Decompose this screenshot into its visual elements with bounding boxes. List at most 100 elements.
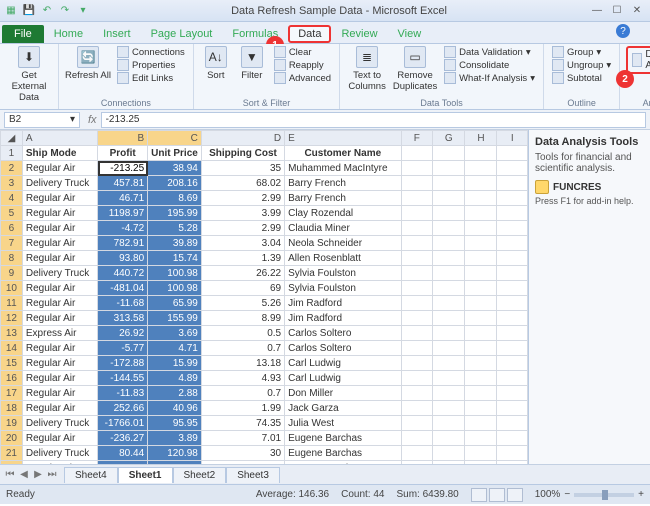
cell[interactable]: -4.72 bbox=[98, 221, 148, 236]
sheet-nav-next[interactable]: ▶ bbox=[32, 469, 44, 480]
tab-home[interactable]: Home bbox=[44, 25, 93, 43]
row-header-3[interactable]: 3 bbox=[1, 176, 23, 191]
cell[interactable]: 195.99 bbox=[148, 206, 202, 221]
cell[interactable] bbox=[433, 251, 465, 266]
view-pagebreak-icon[interactable] bbox=[507, 488, 523, 502]
cell[interactable]: 35 bbox=[201, 161, 284, 176]
help-icon[interactable]: ? bbox=[616, 24, 630, 38]
data-analysis-button[interactable]: Data Analysis bbox=[626, 46, 650, 74]
cell[interactable] bbox=[497, 311, 528, 326]
cell[interactable] bbox=[465, 206, 497, 221]
sheet-tab-sheet1[interactable]: Sheet1 bbox=[118, 467, 173, 483]
cell[interactable]: Regular Air bbox=[22, 281, 97, 296]
cell[interactable]: 2.88 bbox=[148, 386, 202, 401]
cell[interactable]: 0.7 bbox=[201, 386, 284, 401]
header-cell[interactable]: Unit Price bbox=[148, 146, 202, 161]
zoom-out-icon[interactable]: − bbox=[564, 489, 570, 500]
cell[interactable] bbox=[497, 416, 528, 431]
cell[interactable] bbox=[465, 236, 497, 251]
cell[interactable] bbox=[433, 236, 465, 251]
cell[interactable] bbox=[465, 371, 497, 386]
cell[interactable] bbox=[497, 251, 528, 266]
cell[interactable] bbox=[497, 326, 528, 341]
cell[interactable]: Regular Air bbox=[22, 191, 97, 206]
cell[interactable]: 457.81 bbox=[98, 176, 148, 191]
cell[interactable]: 118.94 bbox=[98, 461, 148, 465]
tab-review[interactable]: Review bbox=[331, 25, 387, 43]
row-header-11[interactable]: 11 bbox=[1, 296, 23, 311]
cell[interactable] bbox=[433, 311, 465, 326]
cell[interactable]: Delivery Truck bbox=[22, 266, 97, 281]
cell[interactable]: Eugene Barchas bbox=[285, 431, 401, 446]
cell[interactable] bbox=[401, 146, 433, 161]
cell[interactable] bbox=[497, 281, 528, 296]
cell[interactable] bbox=[433, 221, 465, 236]
cell[interactable] bbox=[433, 356, 465, 371]
cell[interactable]: 65.99 bbox=[148, 296, 202, 311]
cell[interactable] bbox=[465, 386, 497, 401]
cell[interactable]: -1766.01 bbox=[98, 416, 148, 431]
row-header-2[interactable]: 2 bbox=[1, 161, 23, 176]
col-header-G[interactable]: G bbox=[433, 131, 465, 146]
cell[interactable] bbox=[433, 341, 465, 356]
row-header-6[interactable]: 6 bbox=[1, 221, 23, 236]
cell[interactable]: 46.71 bbox=[98, 191, 148, 206]
row-header-21[interactable]: 21 bbox=[1, 446, 23, 461]
cell[interactable]: Regular Air bbox=[22, 311, 97, 326]
cell[interactable]: Regular Air bbox=[22, 161, 97, 176]
fx-icon[interactable]: fx bbox=[88, 114, 97, 126]
header-cell[interactable]: Ship Mode bbox=[22, 146, 97, 161]
sheet-nav-prev[interactable]: ◀ bbox=[18, 469, 30, 480]
cell[interactable]: 5.76 bbox=[201, 461, 284, 465]
cell[interactable]: Regular Air bbox=[22, 236, 97, 251]
cell[interactable] bbox=[433, 146, 465, 161]
cell[interactable]: 2.99 bbox=[201, 221, 284, 236]
edit-links-button[interactable]: Edit Links bbox=[115, 72, 187, 84]
tab-file[interactable]: File bbox=[2, 25, 44, 43]
cell[interactable]: 8.99 bbox=[201, 311, 284, 326]
col-header-E[interactable]: E bbox=[285, 131, 401, 146]
cell[interactable]: Regular Air bbox=[22, 431, 97, 446]
cell[interactable] bbox=[497, 386, 528, 401]
cell[interactable] bbox=[497, 266, 528, 281]
whatif-button[interactable]: What-If Analysis ▾ bbox=[442, 72, 537, 84]
cell[interactable]: 782.91 bbox=[98, 236, 148, 251]
cell[interactable]: 5.28 bbox=[148, 221, 202, 236]
cell[interactable] bbox=[401, 311, 433, 326]
cell[interactable]: Regular Air bbox=[22, 296, 97, 311]
cell[interactable]: 4.71 bbox=[148, 341, 202, 356]
sidepane-funcres[interactable]: FUNCRES bbox=[535, 180, 644, 194]
cell[interactable]: 3.89 bbox=[148, 431, 202, 446]
cell[interactable]: 15.74 bbox=[148, 251, 202, 266]
cell[interactable] bbox=[497, 146, 528, 161]
reapply-button[interactable]: Reapply bbox=[272, 59, 333, 71]
cell[interactable] bbox=[433, 206, 465, 221]
cell[interactable]: 15.99 bbox=[148, 356, 202, 371]
cell[interactable] bbox=[401, 326, 433, 341]
save-icon[interactable]: 💾 bbox=[22, 4, 36, 18]
cell[interactable] bbox=[401, 386, 433, 401]
cell[interactable]: Sylvia Foulston bbox=[285, 281, 401, 296]
col-header-H[interactable]: H bbox=[465, 131, 497, 146]
cell[interactable]: 26.22 bbox=[201, 266, 284, 281]
chevron-down-icon[interactable]: ▾ bbox=[70, 114, 75, 125]
cell[interactable] bbox=[401, 461, 433, 465]
cell[interactable] bbox=[401, 191, 433, 206]
cell[interactable]: -144.55 bbox=[98, 371, 148, 386]
sheet-tab-sheet3[interactable]: Sheet3 bbox=[226, 467, 280, 483]
cell[interactable] bbox=[465, 326, 497, 341]
cell[interactable] bbox=[433, 326, 465, 341]
cell[interactable]: Delivery Truck bbox=[22, 446, 97, 461]
cell[interactable] bbox=[465, 356, 497, 371]
cell[interactable]: Allen Rosenblatt bbox=[285, 251, 401, 266]
cell[interactable] bbox=[497, 356, 528, 371]
cell[interactable]: 38.94 bbox=[148, 161, 202, 176]
cell[interactable] bbox=[465, 461, 497, 465]
cell[interactable] bbox=[401, 401, 433, 416]
ungroup-button[interactable]: Ungroup ▾ bbox=[550, 59, 613, 71]
cell[interactable]: Jack Garza bbox=[285, 401, 401, 416]
cell[interactable]: Regular Air bbox=[22, 401, 97, 416]
cell[interactable]: Don Miller bbox=[285, 386, 401, 401]
header-cell[interactable]: Profit bbox=[98, 146, 148, 161]
cell[interactable] bbox=[465, 401, 497, 416]
